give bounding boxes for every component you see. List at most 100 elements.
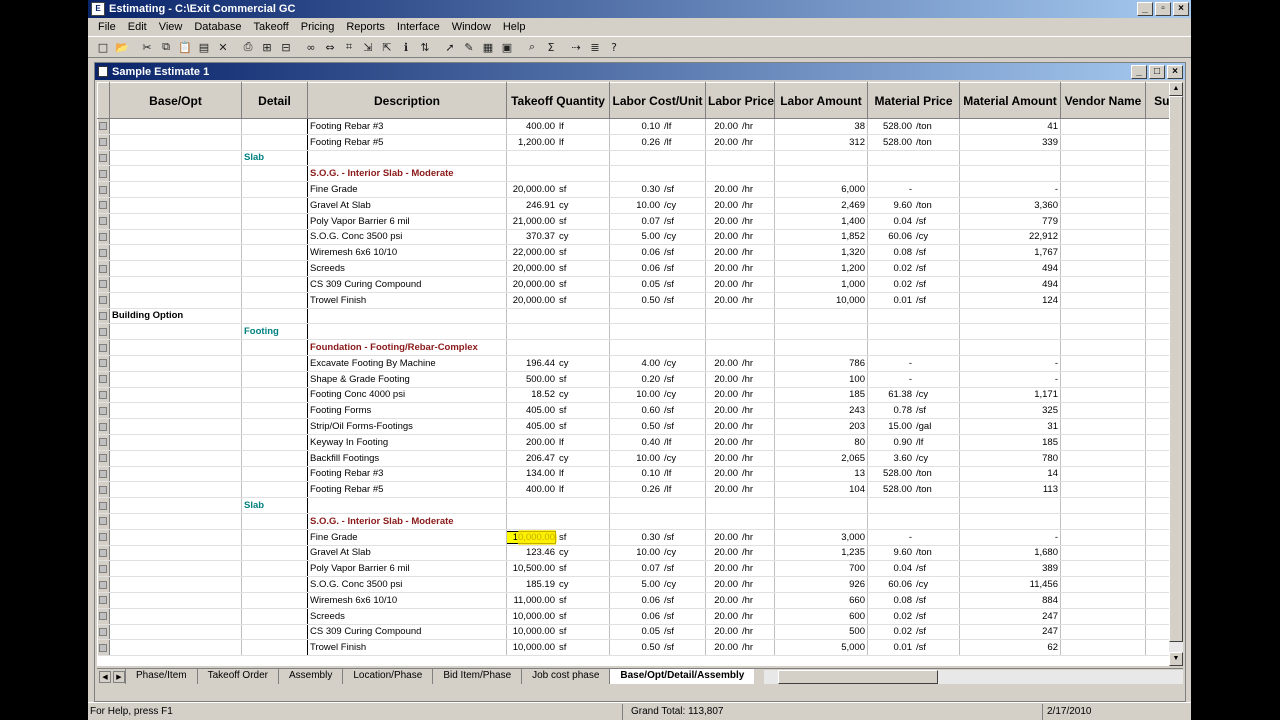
material-price-cell[interactable]: -: [867, 355, 960, 372]
vendor-name-cell[interactable]: [1060, 229, 1146, 246]
base-opt-cell[interactable]: [109, 165, 242, 183]
detail-cell[interactable]: [241, 466, 308, 483]
material-amount-cell[interactable]: 247: [959, 624, 1061, 641]
labor-cost-unit-cell[interactable]: 0.10/lf: [609, 466, 706, 483]
detail-cell[interactable]: [241, 339, 308, 356]
empty-cell[interactable]: [705, 308, 775, 325]
detail-cell[interactable]: [241, 165, 308, 183]
sub-cell[interactable]: [1145, 292, 1171, 309]
table-row[interactable]: Gravel At Slab 123.46 cy 10.00/cy 20.00/hr 1,…: [97, 545, 1171, 562]
base-opt-cell[interactable]: [109, 260, 242, 277]
app-icon[interactable]: E: [91, 2, 105, 16]
labor-amount-cell[interactable]: 312: [774, 134, 868, 151]
labor-price-cell[interactable]: 20.00/hr: [705, 639, 775, 657]
child-close-button[interactable]: ×: [1167, 64, 1183, 79]
labor-cost-unit-cell[interactable]: 0.50/sf: [609, 418, 706, 435]
sub-cell[interactable]: [1145, 418, 1171, 435]
labor-price-cell[interactable]: 20.00/hr: [705, 276, 775, 293]
material-amount-cell[interactable]: 1,171: [959, 387, 1061, 404]
takeoff-quantity-cell[interactable]: 200.00 lf: [506, 434, 610, 451]
takeoff-quantity-cell[interactable]: 1,200.00 lf: [506, 134, 610, 151]
vendor-name-cell[interactable]: [1060, 560, 1146, 578]
empty-cell[interactable]: [1145, 165, 1171, 183]
vendor-name-cell[interactable]: [1060, 481, 1146, 499]
takeoff-quantity-cell[interactable]: 400.00 lf: [506, 118, 610, 135]
detail-cell[interactable]: [241, 545, 308, 562]
base-opt-cell[interactable]: [109, 513, 242, 530]
labor-cost-unit-cell[interactable]: 0.50/sf: [609, 292, 706, 309]
labor-cost-unit-cell[interactable]: 4.00/cy: [609, 355, 706, 372]
labor-cost-unit-cell[interactable]: 0.10/lf: [609, 118, 706, 135]
detail-cell[interactable]: [241, 308, 308, 325]
material-price-cell[interactable]: 528.00/ton: [867, 134, 960, 151]
labor-price-cell[interactable]: 20.00/hr: [705, 213, 775, 230]
vendor-name-cell[interactable]: [1060, 118, 1146, 135]
description-cell[interactable]: CS 309 Curing Compound: [307, 624, 507, 641]
labor-price-cell[interactable]: 20.00/hr: [705, 481, 775, 499]
menu-edit[interactable]: Edit: [122, 21, 153, 33]
table-row[interactable]: Building Option: [97, 308, 1171, 325]
empty-cell[interactable]: [774, 308, 868, 325]
description-cell[interactable]: Footing Rebar #3: [307, 118, 507, 135]
sub-cell[interactable]: [1145, 560, 1171, 578]
empty-cell[interactable]: [774, 323, 868, 341]
detail-cell[interactable]: [241, 450, 308, 467]
table-row[interactable]: Poly Vapor Barrier 6 mil 10,500.00 sf 0.07/…: [97, 560, 1171, 578]
empty-cell[interactable]: [609, 323, 706, 341]
material-price-cell[interactable]: 60.06/cy: [867, 229, 960, 246]
material-amount-cell[interactable]: 325: [959, 402, 1061, 420]
empty-cell[interactable]: [959, 323, 1061, 341]
insert-row-icon[interactable]: ⊞: [258, 38, 276, 56]
takeoff-quantity-cell[interactable]: 134.00 lf: [506, 466, 610, 483]
material-amount-cell[interactable]: 1,680: [959, 545, 1061, 562]
base-opt-cell[interactable]: [109, 150, 242, 167]
description-cell[interactable]: Trowel Finish: [307, 639, 507, 657]
labor-amount-cell[interactable]: 6,000: [774, 181, 868, 198]
vendor-name-cell[interactable]: [1060, 592, 1146, 609]
menu-file[interactable]: File: [92, 21, 122, 33]
empty-cell[interactable]: [705, 513, 775, 530]
table-row[interactable]: S.O.G. Conc 3500 psi 185.19 cy 5.00/cy 20.00…: [97, 576, 1171, 593]
sub-cell[interactable]: [1145, 576, 1171, 593]
column-header-vendor-name[interactable]: Vendor Name: [1060, 82, 1146, 119]
sum-icon[interactable]: Σ: [542, 38, 560, 56]
base-opt-cell[interactable]: [109, 181, 242, 198]
base-opt-cell[interactable]: [109, 244, 242, 262]
row-selector[interactable]: [97, 213, 110, 230]
empty-cell[interactable]: [1060, 513, 1146, 530]
base-opt-cell[interactable]: [109, 529, 242, 546]
detail-cell[interactable]: [241, 118, 308, 135]
vendor-name-cell[interactable]: [1060, 450, 1146, 467]
row-selector[interactable]: [97, 497, 110, 514]
base-opt-cell[interactable]: [109, 450, 242, 467]
arrow-icon[interactable]: ⇢: [567, 38, 585, 56]
material-amount-cell[interactable]: 1,767: [959, 244, 1061, 262]
description-cell[interactable]: Wiremesh 6x6 10/10: [307, 592, 507, 609]
sub-cell[interactable]: [1145, 134, 1171, 151]
description-cell[interactable]: Strip/Oil Forms-Footings: [307, 418, 507, 435]
labor-price-cell[interactable]: 20.00/hr: [705, 371, 775, 388]
menu-reports[interactable]: Reports: [340, 21, 391, 33]
detail-cell[interactable]: [241, 639, 308, 657]
labor-cost-unit-cell[interactable]: 5.00/cy: [609, 229, 706, 246]
description-cell[interactable]: Keyway In Footing: [307, 434, 507, 451]
menu-interface[interactable]: Interface: [391, 21, 446, 33]
material-price-cell[interactable]: 0.04/sf: [867, 213, 960, 230]
takeoff-quantity-cell[interactable]: 20,000.00 sf: [506, 292, 610, 309]
labor-cost-unit-cell[interactable]: 10.00/cy: [609, 197, 706, 214]
vendor-name-cell[interactable]: [1060, 624, 1146, 641]
vendor-name-cell[interactable]: [1060, 434, 1146, 451]
labor-cost-unit-cell[interactable]: 0.05/sf: [609, 276, 706, 293]
material-amount-cell[interactable]: 247: [959, 608, 1061, 625]
empty-cell[interactable]: [959, 339, 1061, 356]
empty-cell[interactable]: [609, 165, 706, 183]
takeoff-quantity-cell[interactable]: 196.44 cy: [506, 355, 610, 372]
labor-cost-unit-cell[interactable]: 0.60/sf: [609, 402, 706, 420]
description-cell[interactable]: Excavate Footing By Machine: [307, 355, 507, 372]
empty-cell[interactable]: [307, 323, 507, 341]
labor-amount-cell[interactable]: 926: [774, 576, 868, 593]
labor-price-cell[interactable]: 20.00/hr: [705, 592, 775, 609]
labor-amount-cell[interactable]: 500: [774, 624, 868, 641]
labor-price-cell[interactable]: 20.00/hr: [705, 576, 775, 593]
base-opt-cell[interactable]: [109, 118, 242, 135]
